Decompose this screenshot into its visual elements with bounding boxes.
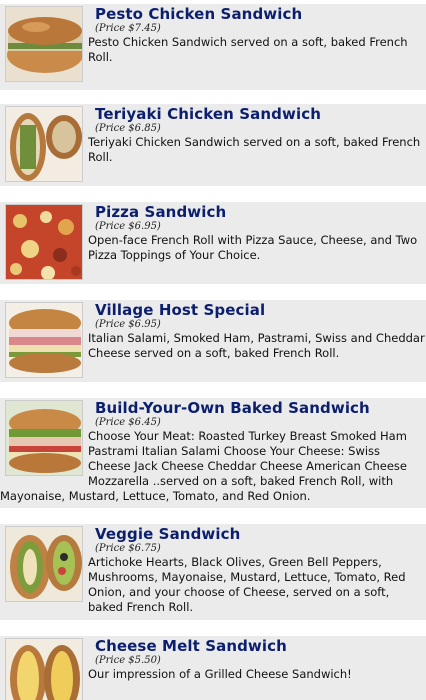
pizza-sandwich-photo bbox=[5, 204, 83, 280]
menu-item-veggie-sandwich: Veggie Sandwich (Price $6.75) Artichoke … bbox=[0, 524, 426, 620]
village-host-special-photo bbox=[5, 302, 83, 378]
menu-item-village-host-special: Village Host Special (Price $6.95) Itali… bbox=[0, 300, 426, 382]
build-your-own-sandwich-photo bbox=[5, 400, 83, 476]
veggie-sandwich-photo bbox=[5, 526, 83, 602]
pesto-chicken-sandwich-photo bbox=[5, 6, 83, 82]
teriyaki-chicken-sandwich-photo bbox=[5, 106, 83, 182]
cheese-melt-sandwich-photo bbox=[5, 638, 83, 700]
menu-item-pizza-sandwich: Pizza Sandwich (Price $6.95) Open-face F… bbox=[0, 202, 426, 284]
menu-item-cheese-melt: Cheese Melt Sandwich (Price $5.50) Our i… bbox=[0, 636, 426, 700]
menu-item-build-your-own: Build-Your-Own Baked Sandwich (Price $6.… bbox=[0, 398, 426, 508]
menu-item-pesto-chicken: Pesto Chicken Sandwich (Price $7.45) Pes… bbox=[0, 4, 426, 90]
menu-item-teriyaki-chicken: Teriyaki Chicken Sandwich (Price $6.85) … bbox=[0, 104, 426, 186]
